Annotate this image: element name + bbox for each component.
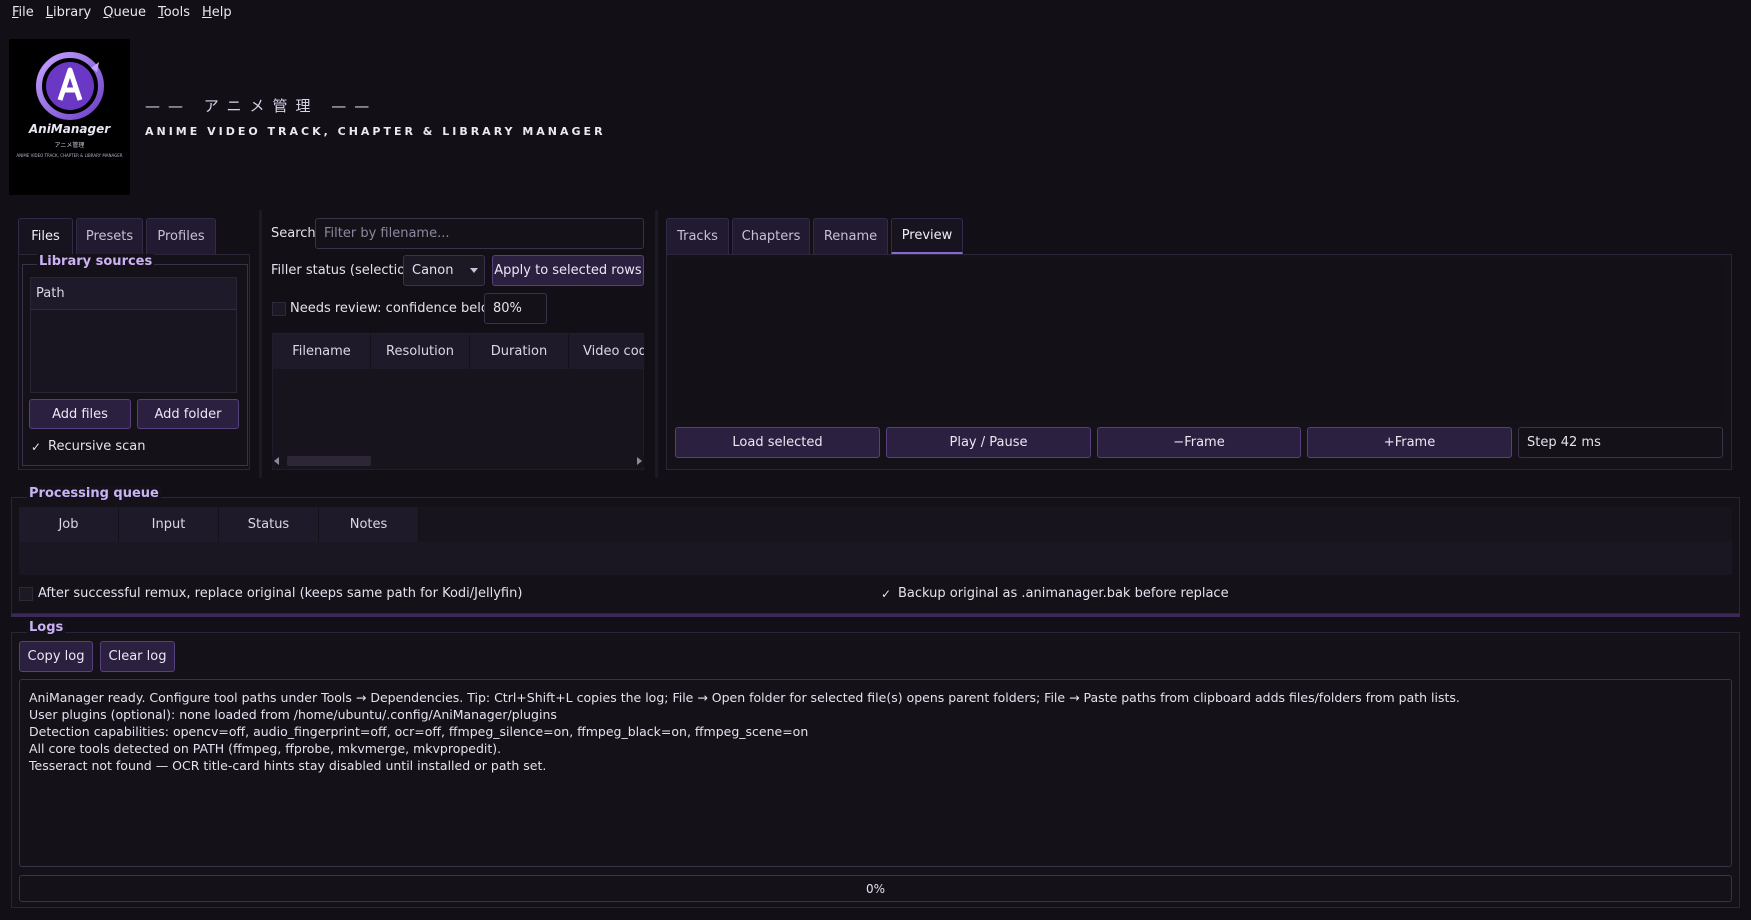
tab-profiles[interactable]: Profiles (146, 218, 216, 254)
tab-files[interactable]: Files (18, 218, 73, 254)
backup-original-checkbox[interactable]: ✓ (879, 587, 893, 601)
tab-rename[interactable]: Rename (813, 218, 888, 254)
step-value: Step 42 ms (1527, 435, 1601, 450)
tab-tracks[interactable]: Tracks (666, 218, 729, 254)
needs-review-checkbox[interactable] (272, 302, 286, 316)
column-header-filename[interactable]: Filename (273, 334, 371, 369)
play-pause-button[interactable]: Play / Pause (886, 427, 1091, 458)
processing-queue-title: Processing queue (27, 486, 161, 501)
column-header-status[interactable]: Status (219, 507, 319, 542)
step-ms-spinbox[interactable]: Step 42 ms (1518, 427, 1723, 458)
column-header-notes[interactable]: Notes (319, 507, 419, 542)
confidence-value: 80% (493, 301, 522, 316)
menu-file[interactable]: File (6, 5, 40, 20)
right-splitter[interactable] (655, 210, 658, 478)
horizontal-scrollbar[interactable] (272, 455, 644, 467)
column-header-video-codec[interactable]: Video cod (569, 334, 645, 369)
library-sources-title: Library sources (37, 254, 155, 269)
progress-text: 0% (865, 881, 886, 896)
apply-to-selected-rows-button[interactable]: Apply to selected rows (492, 255, 644, 286)
logo-emblem-icon (36, 52, 104, 120)
filler-status-value: Canon (412, 263, 454, 278)
menubar: File Library Queue Tools Help (0, 0, 1751, 24)
copy-log-button[interactable]: Copy log (19, 641, 93, 672)
log-line: Tesseract not found — OCR title-card hin… (29, 758, 547, 773)
replace-original-label: After successful remux, replace original… (38, 586, 523, 601)
queue-empty-area[interactable] (19, 542, 1732, 575)
backup-original-label: Backup original as .animanager.bak befor… (898, 586, 1229, 601)
log-output[interactable]: AniManager ready. Configure tool paths u… (19, 679, 1732, 867)
header-title: —— アニメ管理 —— (145, 97, 378, 115)
header-subtitle: ANIME VIDEO TRACK, CHAPTER & LIBRARY MAN… (145, 125, 606, 138)
search-label: Search (271, 226, 316, 241)
scroll-right-icon[interactable] (637, 457, 642, 465)
column-header-duration[interactable]: Duration (470, 334, 569, 369)
tab-preview[interactable]: Preview (891, 218, 963, 254)
column-header-job[interactable]: Job (19, 507, 119, 542)
logo-sub-text: アニメ管理 (54, 142, 85, 149)
filler-status-label: Filler status (selection) (271, 263, 419, 278)
log-line: User plugins (optional): none loaded fro… (29, 707, 557, 722)
logo-brand-text: AniManager (28, 122, 111, 136)
logs-title: Logs (27, 620, 66, 635)
log-line: All core tools detected on PATH (ffmpeg,… (29, 741, 502, 756)
chevron-down-icon (470, 268, 478, 273)
tab-presets[interactable]: Presets (76, 218, 143, 254)
scroll-left-icon[interactable] (274, 457, 279, 465)
clear-log-button[interactable]: Clear log (100, 641, 175, 672)
next-frame-button[interactable]: +Frame (1307, 427, 1512, 458)
scrollbar-thumb[interactable] (287, 456, 371, 466)
menu-help[interactable]: Help (196, 5, 238, 20)
filler-status-select[interactable]: Canon (403, 255, 485, 286)
needs-review-label: Needs review: confidence below (290, 301, 500, 316)
add-folder-button[interactable]: Add folder (137, 399, 239, 429)
logo-small-text: ANIME VIDEO TRACK, CHAPTER & LIBRARY MAN… (16, 153, 123, 158)
search-placeholder: Filter by filename... (324, 226, 450, 241)
queue-logs-splitter[interactable] (11, 614, 1740, 617)
recursive-scan-label: Recursive scan (48, 439, 146, 454)
recursive-scan-checkbox[interactable]: ✓ (29, 440, 43, 454)
video-preview-area[interactable] (672, 260, 1726, 420)
load-selected-button[interactable]: Load selected (675, 427, 880, 458)
previous-frame-button[interactable]: −Frame (1097, 427, 1301, 458)
confidence-threshold-input[interactable]: 80% (484, 293, 547, 324)
replace-original-checkbox[interactable] (19, 587, 33, 601)
search-input[interactable]: Filter by filename... (315, 218, 644, 249)
log-line: Detection capabilities: opencv=off, audi… (29, 724, 809, 739)
app-logo: AniManager アニメ管理 ANIME VIDEO TRACK, CHAP… (9, 39, 130, 195)
menu-queue[interactable]: Queue (97, 5, 152, 20)
tab-chapters[interactable]: Chapters (732, 218, 810, 254)
menu-library[interactable]: Library (40, 5, 97, 20)
menu-tools[interactable]: Tools (152, 5, 196, 20)
column-header-input[interactable]: Input (119, 507, 219, 542)
left-splitter[interactable] (259, 210, 262, 478)
log-line: AniManager ready. Configure tool paths u… (29, 690, 1460, 705)
file-table[interactable]: Filename Resolution Duration Video cod (272, 333, 645, 470)
queue-table[interactable]: Job Input Status Notes (19, 507, 1732, 575)
column-header-resolution[interactable]: Resolution (371, 334, 470, 369)
add-files-button[interactable]: Add files (29, 399, 131, 429)
progress-bar: 0% (19, 875, 1732, 902)
path-column-header[interactable]: Path (31, 278, 236, 310)
